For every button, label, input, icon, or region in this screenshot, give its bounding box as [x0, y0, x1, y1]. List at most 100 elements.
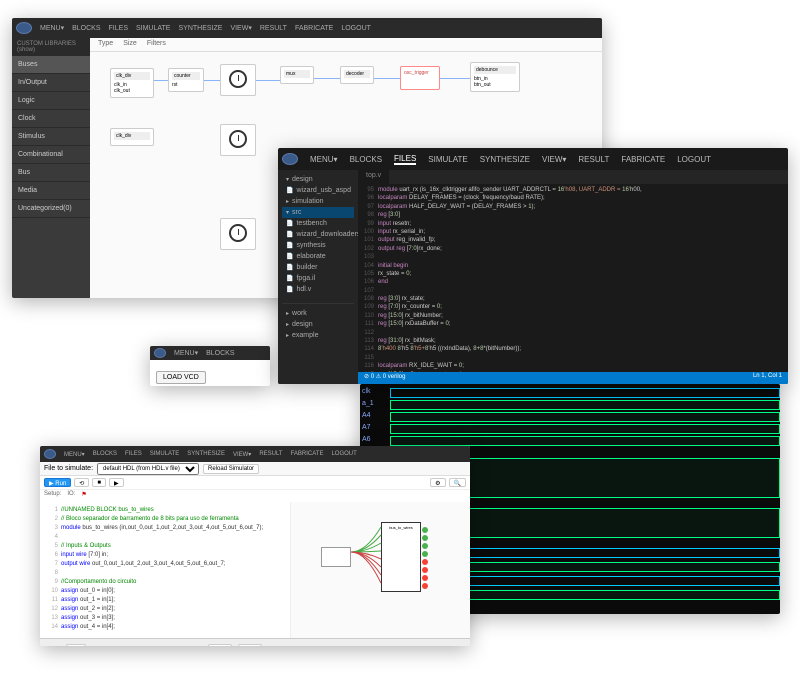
- logo-icon: [16, 22, 32, 34]
- block-counter[interactable]: counter rst: [168, 68, 204, 92]
- tree-item[interactable]: simulation: [282, 196, 354, 207]
- flag-icon: ⚑: [81, 491, 86, 501]
- logo-icon: [154, 348, 166, 358]
- nav-synth[interactable]: SYNTHESIZE: [187, 451, 225, 457]
- scale-input[interactable]: [66, 644, 86, 647]
- wave-label[interactable]: A7: [362, 424, 374, 436]
- nav-logout[interactable]: LOGOUT: [341, 25, 371, 32]
- testbench-code[interactable]: 1//UNNAMED BLOCK bus_to_wires2// Bloco s…: [40, 502, 290, 638]
- block-dec[interactable]: decoder: [340, 66, 374, 84]
- tree-item[interactable]: elaborate: [282, 251, 354, 262]
- nav-result[interactable]: RESULT: [259, 451, 282, 457]
- nav-files[interactable]: FILES: [109, 25, 128, 32]
- code-tab[interactable]: top.v: [358, 170, 389, 184]
- nav-blocks[interactable]: BLOCKS: [206, 350, 234, 357]
- wave-labels: clk a_1 A4 A7 A6: [362, 388, 374, 448]
- tool-zoom[interactable]: 🔍: [449, 478, 466, 487]
- block-osc[interactable]: osc_trigger: [400, 66, 440, 90]
- nav-synth[interactable]: SYNTHESIZE: [480, 155, 530, 164]
- clock-icon: [229, 224, 247, 242]
- sidebar-item-clock[interactable]: Clock: [12, 110, 90, 128]
- file-tree: design wizard_usb_aspd simulation src te…: [278, 170, 358, 384]
- tree-item[interactable]: hdl.v: [282, 284, 354, 295]
- load-vcd-button[interactable]: LOAD VCD: [156, 371, 206, 384]
- nav-fabricate[interactable]: FABRICATE: [295, 25, 333, 32]
- tree-section[interactable]: design: [282, 319, 354, 330]
- nav-simulate[interactable]: SIMULATE: [428, 155, 467, 164]
- tool-play[interactable]: ▶: [109, 478, 124, 487]
- nav-view[interactable]: VIEW▾: [230, 24, 251, 32]
- nav-fabricate[interactable]: FABRICATE: [621, 155, 665, 164]
- tree-section[interactable]: work: [282, 308, 354, 319]
- nav-synth[interactable]: SYNTHESIZE: [178, 25, 222, 32]
- block-clock1[interactable]: [220, 64, 256, 96]
- nav-files[interactable]: FILES: [394, 154, 416, 165]
- nav-blocks[interactable]: BLOCKS: [72, 25, 100, 32]
- sidebar-item-stimulus[interactable]: Stimulus: [12, 128, 90, 146]
- wire: [256, 80, 280, 81]
- tree-item[interactable]: testbench: [282, 218, 354, 229]
- sidebar-item-media[interactable]: Media: [12, 182, 90, 200]
- schematic-view[interactable]: bus_to_wires: [290, 502, 470, 638]
- nav-view[interactable]: VIEW▾: [542, 155, 566, 164]
- range-start[interactable]: [208, 644, 232, 647]
- file-select[interactable]: default HDL (from HDL.v file): [97, 463, 199, 475]
- navbar: MENU▾ BLOCKS: [150, 346, 270, 360]
- nav-files[interactable]: FILES: [125, 451, 142, 457]
- nav-logout[interactable]: LOGOUT: [331, 451, 356, 457]
- input-block[interactable]: [321, 547, 351, 567]
- tab-filters[interactable]: Filters: [147, 40, 166, 49]
- block-b7[interactable]: clk_div: [110, 128, 154, 146]
- nav-view[interactable]: VIEW▾: [233, 451, 251, 458]
- nav-fabricate[interactable]: FABRICATE: [291, 451, 324, 457]
- run-button[interactable]: ▶ Run: [44, 478, 71, 487]
- nav-result[interactable]: RESULT: [260, 25, 287, 32]
- block-clock3[interactable]: [220, 218, 256, 250]
- sidebar-item-bus[interactable]: Bus: [12, 164, 90, 182]
- sidebar-item-uncat[interactable]: Uncategorized(0): [12, 200, 90, 218]
- range-end[interactable]: [238, 644, 262, 647]
- wave-label[interactable]: A4: [362, 412, 374, 424]
- wave-label[interactable]: clk: [362, 388, 374, 400]
- reload-button[interactable]: Reload Simulator: [203, 464, 259, 474]
- tree-item[interactable]: wizard_usb_aspd: [282, 185, 354, 196]
- sidebar-item-buses[interactable]: Buses: [12, 56, 90, 74]
- tree-root[interactable]: design: [282, 174, 354, 185]
- wave-label[interactable]: a_1: [362, 400, 374, 412]
- block-mux[interactable]: mux: [280, 66, 314, 84]
- nav-result[interactable]: RESULT: [578, 155, 609, 164]
- block-deb[interactable]: debounce btn_in btn_out: [470, 62, 520, 92]
- tree-section[interactable]: example: [282, 330, 354, 341]
- nav-blocks[interactable]: BLOCKS: [350, 155, 382, 164]
- tree-item[interactable]: fpga.il: [282, 273, 354, 284]
- vcd-panel: MENU▾ BLOCKS LOAD VCD: [150, 346, 270, 386]
- wave-signal: [390, 436, 780, 446]
- block-clkdiv[interactable]: clk_div clk_in clk_out: [110, 68, 154, 98]
- nav-logout[interactable]: LOGOUT: [677, 155, 711, 164]
- tree-item[interactable]: wizard_downloaders: [282, 229, 354, 240]
- tool-stop[interactable]: ■: [92, 478, 106, 487]
- nav-menu[interactable]: MENU▾: [310, 155, 338, 164]
- block-clock2[interactable]: [220, 124, 256, 156]
- nav-menu[interactable]: MENU▾: [174, 349, 198, 357]
- nav-blocks[interactable]: BLOCKS: [93, 451, 117, 457]
- tree-item[interactable]: src: [282, 207, 354, 218]
- tool-reset[interactable]: ⟲: [74, 478, 89, 487]
- nav-simulate[interactable]: SIMULATE: [136, 25, 171, 32]
- nav-menu[interactable]: MENU▾: [40, 24, 64, 32]
- tab-size[interactable]: Size: [123, 40, 137, 49]
- tab-type[interactable]: Type: [98, 40, 113, 49]
- sidebar-item-comb[interactable]: Combinational: [12, 146, 90, 164]
- code-area[interactable]: top.v 95module uart_rx (is_16x_clktrigge…: [358, 170, 788, 384]
- clock-icon: [229, 130, 247, 148]
- nav-menu[interactable]: MENU▾: [64, 451, 85, 458]
- sidebar-item-logic[interactable]: Logic: [12, 92, 90, 110]
- io-label: IO:: [67, 491, 75, 501]
- tool-settings[interactable]: ⚙: [430, 478, 445, 487]
- wave-signal: [390, 424, 780, 434]
- wire: [314, 78, 340, 79]
- nav-simulate[interactable]: SIMULATE: [150, 451, 180, 457]
- tree-item[interactable]: synthesis: [282, 240, 354, 251]
- sidebar-item-io[interactable]: In/Output: [12, 74, 90, 92]
- tree-item[interactable]: builder: [282, 262, 354, 273]
